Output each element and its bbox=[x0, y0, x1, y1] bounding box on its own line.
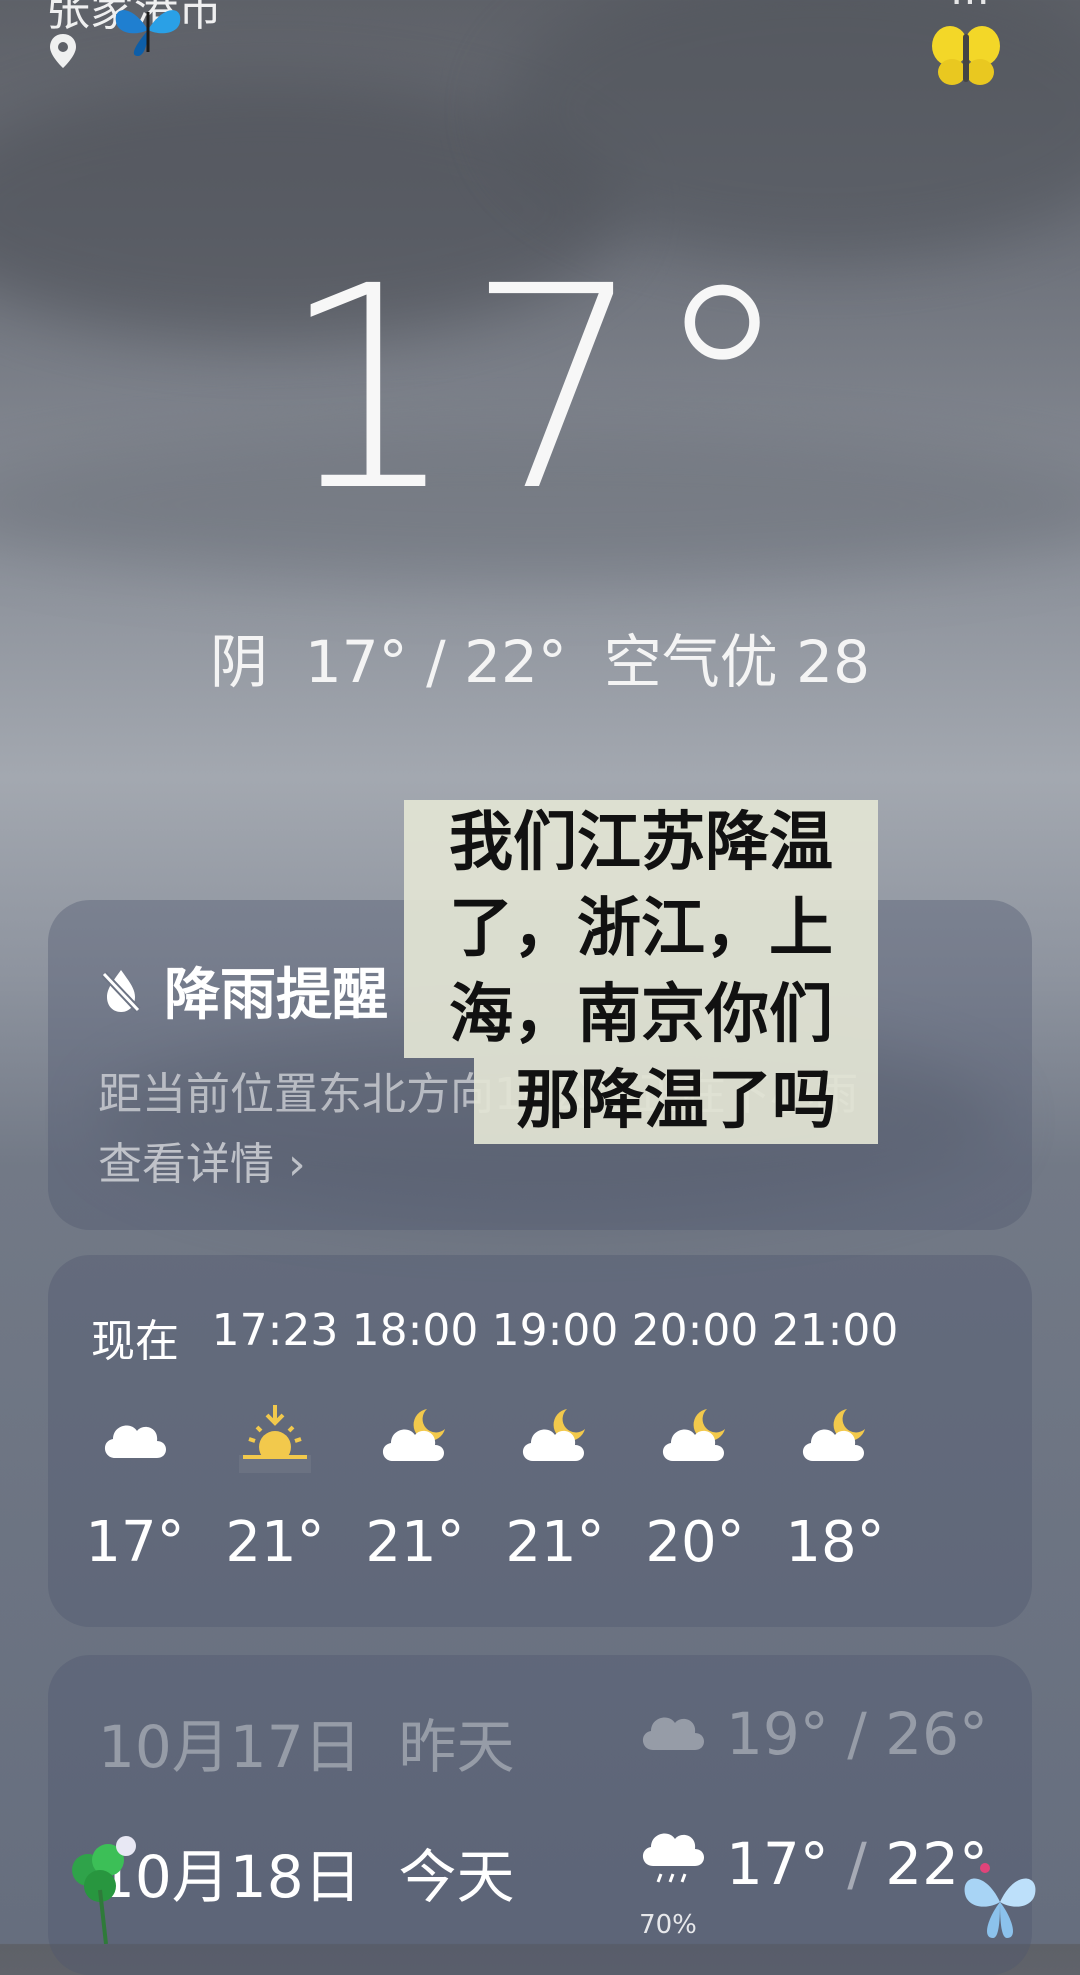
cloud-moon-icon bbox=[662, 1409, 725, 1461]
daily-row-today[interactable]: 10月18日 今天 70% 17° / 22° bbox=[98, 1810, 988, 1940]
hour-time: 20:00 bbox=[631, 1305, 759, 1356]
hour-temp: 21° bbox=[225, 1510, 325, 1575]
day-date: 10月18日 今天 bbox=[98, 1843, 515, 1911]
hour-temp: 21° bbox=[365, 1510, 465, 1575]
hour-time: 21:00 bbox=[771, 1305, 899, 1356]
no-umbrella-icon bbox=[101, 969, 141, 1012]
rain-alert-title-row: 降雨提醒 bbox=[98, 950, 388, 1031]
yellow-butterfly-sticker-icon bbox=[932, 26, 1000, 85]
cloud-moon-icon bbox=[802, 1409, 865, 1461]
cloud-moon-icon bbox=[382, 1409, 445, 1461]
cloud-icon bbox=[104, 1425, 166, 1458]
hour-time: 18:00 bbox=[351, 1305, 479, 1356]
cloud-icon bbox=[642, 1717, 704, 1750]
sunset-icon bbox=[239, 1405, 311, 1473]
light-blue-butterfly-sticker-icon bbox=[964, 1863, 1036, 1938]
day-high: 26° bbox=[885, 1700, 988, 1768]
day-date: 10月17日 昨天 bbox=[98, 1713, 515, 1781]
rain-cloud-icon bbox=[642, 1833, 704, 1883]
hour-temp: 17° bbox=[85, 1510, 185, 1575]
view-details-link[interactable]: 查看详情 › bbox=[98, 1128, 306, 1192]
caption-line: 那降温了吗 bbox=[474, 1058, 878, 1144]
current-temperature: 17° bbox=[279, 227, 801, 553]
hour-temp: 18° bbox=[785, 1510, 885, 1575]
hourly-forecast-card[interactable]: 现在 17° 17:23 21° 18:00 21° 19:00 21° 20:… bbox=[48, 1255, 1032, 1627]
daily-forecast-card[interactable]: 10月17日 昨天 19° / 26° 10月18日 今天 70% 17° / … bbox=[48, 1655, 1032, 1975]
day-low: 17° bbox=[725, 1830, 829, 1898]
hour-time: 现在 bbox=[91, 1316, 179, 1367]
hour-temp: 20° bbox=[645, 1510, 745, 1575]
day-low: 19° bbox=[725, 1700, 829, 1768]
weather-summary: 阴 17° / 22° 空气优 28 bbox=[209, 628, 870, 696]
caption-line: 我们江苏降温 bbox=[404, 800, 878, 886]
clover-sticker-icon bbox=[72, 1836, 136, 1944]
hour-time: 17:23 bbox=[211, 1305, 339, 1356]
day-temp-range: 17° / 22° bbox=[725, 1830, 988, 1898]
day-temp-range: 19° / 26° bbox=[725, 1700, 988, 1768]
hour-temp: 21° bbox=[505, 1510, 605, 1575]
caption-line: 了，浙江，上 bbox=[404, 886, 878, 972]
hour-time: 19:00 bbox=[491, 1305, 619, 1356]
precip-chance: 70% bbox=[639, 1910, 697, 1940]
rain-alert-title: 降雨提醒 bbox=[164, 963, 388, 1028]
blue-butterfly-sticker-icon bbox=[115, 10, 181, 56]
location-pin-icon bbox=[50, 34, 76, 68]
cloud-moon-icon bbox=[522, 1409, 585, 1461]
caption-line: 海，南京你们 bbox=[404, 972, 878, 1058]
overlay-caption: 我们江苏降温 了，浙江，上 海，南京你们 那降温了吗 bbox=[404, 800, 878, 1144]
daily-row-yesterday[interactable]: 10月17日 昨天 19° / 26° bbox=[98, 1680, 988, 1790]
